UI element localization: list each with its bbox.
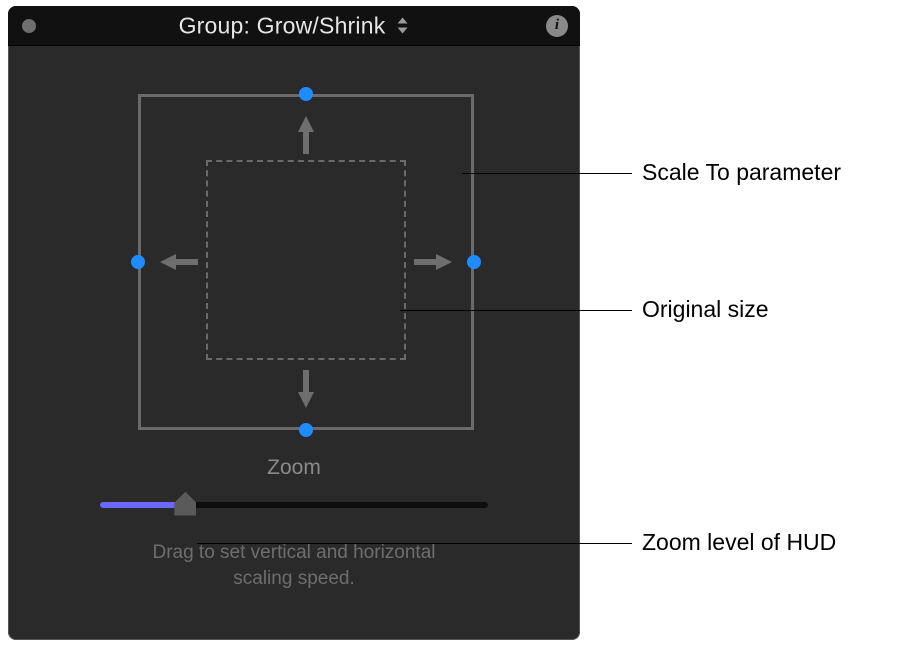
- zoom-slider-track: [100, 502, 488, 508]
- annotation-leader-line: [197, 543, 632, 544]
- info-button[interactable]: i: [546, 15, 568, 37]
- scale-canvas[interactable]: [8, 46, 580, 456]
- zoom-slider-fill: [100, 502, 185, 508]
- annotation-leader-line: [400, 310, 632, 311]
- annotation-text: Original size: [642, 296, 769, 322]
- zoom-hint: Drag to set vertical and horizontal scal…: [8, 540, 580, 591]
- behavior-title-text: Group: Grow/Shrink: [179, 12, 386, 39]
- popup-arrows-icon: [395, 16, 409, 36]
- behavior-title-popup[interactable]: Group: Grow/Shrink: [179, 12, 410, 39]
- annotation-zoom-level: Zoom level of HUD: [642, 529, 836, 556]
- annotation-leader-line: [462, 173, 632, 174]
- hud-panel: Group: Grow/Shrink i: [8, 6, 580, 640]
- scale-handle-top[interactable]: [299, 87, 313, 101]
- zoom-label: Zoom: [8, 456, 580, 480]
- arrow-left-icon: [158, 252, 198, 272]
- annotation-text: Scale To parameter: [642, 159, 841, 185]
- zoom-section: Zoom Drag to set vertical and horizontal…: [8, 456, 580, 591]
- arrow-right-icon: [414, 252, 454, 272]
- annotation-scale-to: Scale To parameter: [642, 159, 841, 186]
- scale-handle-bottom[interactable]: [299, 423, 313, 437]
- scale-handle-left[interactable]: [131, 255, 145, 269]
- arrow-down-icon: [296, 370, 316, 410]
- zoom-hint-line1: Drag to set vertical and horizontal: [152, 542, 435, 563]
- annotation-original-size: Original size: [642, 296, 769, 323]
- scale-handle-right[interactable]: [467, 255, 481, 269]
- original-size-box: [206, 160, 406, 360]
- hud-titlebar: Group: Grow/Shrink i: [8, 6, 580, 46]
- annotation-text: Zoom level of HUD: [642, 529, 836, 555]
- zoom-slider[interactable]: [100, 490, 488, 520]
- zoom-slider-thumb[interactable]: [174, 492, 196, 516]
- close-window-button[interactable]: [22, 19, 36, 33]
- arrow-up-icon: [296, 114, 316, 154]
- zoom-hint-line2: scaling speed.: [233, 568, 354, 589]
